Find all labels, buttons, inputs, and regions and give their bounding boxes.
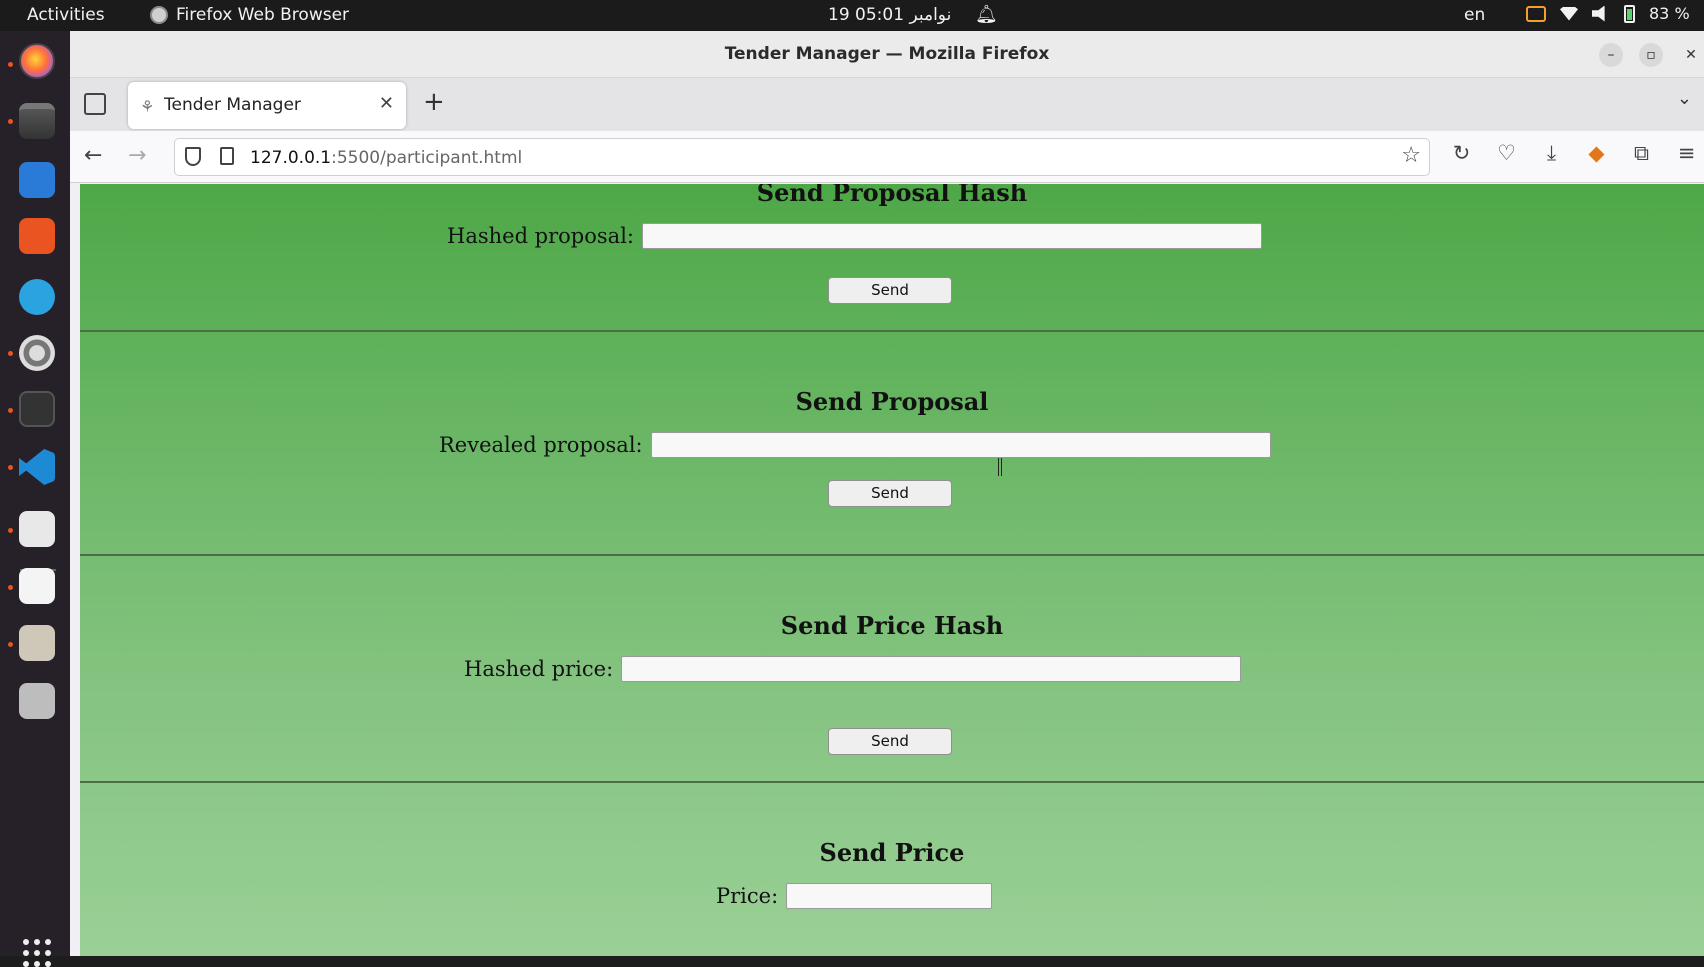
firefox-icon[interactable] [19, 43, 55, 79]
wifi-icon[interactable] [1560, 6, 1578, 21]
field-label: Hashed price: [464, 657, 614, 681]
tab-tender-manager[interactable]: ⚘ Tender Manager ✕ [128, 82, 406, 129]
send-price-hash-button[interactable]: Send [828, 728, 952, 755]
tab-label: Tender Manager [164, 95, 301, 115]
list-all-tabs-icon[interactable]: ⌄ [1677, 88, 1692, 109]
screen-cast-icon[interactable] [1526, 5, 1546, 22]
archive-icon[interactable] [19, 625, 55, 661]
language-indicator[interactable]: en [1464, 5, 1485, 25]
running-indicator [8, 465, 13, 470]
hashed-price-input[interactable] [621, 656, 1242, 682]
telegram-icon[interactable] [19, 279, 55, 315]
url-text[interactable]: 127.0.0.1:5500/participant.html [250, 148, 522, 168]
firefox-window: Tender Manager — Mozilla Firefox – ▫ ✕ ⚘… [70, 31, 1704, 956]
section-heading: Send Price [819, 838, 965, 867]
system-top-bar: Activities Firefox Web Browser 19 نوامبر… [0, 0, 1704, 31]
app-menu-icon[interactable]: ≡ [1673, 141, 1700, 166]
downloads-icon[interactable]: ⤓ [1538, 141, 1565, 166]
activities-button[interactable]: Activities [27, 5, 105, 25]
app-center-icon[interactable] [19, 218, 55, 254]
revealed-proposal-input[interactable] [650, 432, 1271, 458]
hashed-price-row: Hashed price: [464, 656, 1242, 682]
clock[interactable]: 19 نوامبر 05:01 [828, 5, 951, 25]
back-icon[interactable]: ← [84, 143, 102, 168]
window-titlebar: Tender Manager — Mozilla Firefox – ▫ ✕ [70, 31, 1704, 78]
section-heading: Send Price Hash [780, 611, 1004, 640]
firefox-small-icon [150, 6, 168, 24]
send-proposal-hash-section: Send Proposal Hash Hashed proposal: Send [80, 184, 1704, 332]
system-tray[interactable]: 83 % [1526, 4, 1690, 23]
hashed-proposal-row: Hashed proposal: [447, 223, 1262, 249]
app-grid-icon[interactable] [23, 939, 51, 967]
field-label: Hashed proposal: [447, 224, 634, 248]
running-indicator [8, 351, 13, 356]
navigation-toolbar: ← → 127.0.0.1:5500/participant.html ☆ ↻ … [70, 131, 1704, 183]
window-title: Tender Manager — Mozilla Firefox [724, 44, 1050, 64]
tracking-protection-icon[interactable] [185, 147, 201, 166]
bookmark-star-icon[interactable]: ☆ [1401, 143, 1421, 168]
pocket-icon[interactable]: ♡ [1493, 141, 1520, 166]
forward-icon[interactable]: → [128, 143, 146, 168]
price-row: Price: [716, 883, 993, 909]
extensions-icon[interactable]: ⧉ [1628, 141, 1655, 166]
new-tab-icon[interactable]: + [423, 87, 445, 117]
revealed-proposal-row: Revealed proposal: [439, 432, 1271, 458]
section-heading: Send Proposal [795, 387, 989, 416]
running-indicator [8, 119, 13, 124]
reload-icon[interactable]: ↻ [1448, 141, 1475, 166]
send-proposal-section: Send Proposal Revealed proposal: Send [80, 332, 1704, 556]
section-heading: Send Proposal Hash [756, 184, 1028, 207]
running-indicator [8, 585, 13, 590]
send-proposal-hash-button[interactable]: Send [828, 277, 952, 304]
tab-favicon-icon: ⚘ [140, 97, 155, 116]
running-indicator [8, 528, 13, 533]
terminal-icon[interactable] [19, 391, 55, 427]
text-editor-icon[interactable] [19, 568, 55, 604]
battery-icon[interactable] [1624, 4, 1635, 23]
dock [0, 31, 70, 967]
notification-bell-icon[interactable]: 🔔︎ [975, 4, 998, 25]
page-content: Send Proposal Hash Hashed proposal: Send… [80, 184, 1704, 956]
toolbar-icons: ↻ ♡ ⤓ ◆ ⧉ ≡ [1448, 141, 1700, 166]
app-name-label: Firefox Web Browser [176, 5, 350, 25]
send-proposal-button[interactable]: Send [828, 480, 952, 507]
send-price-section: Send Price Price: [80, 785, 1704, 956]
writer-icon[interactable] [19, 162, 55, 198]
minimize-icon[interactable]: – [1599, 43, 1623, 67]
hashed-proposal-input[interactable] [641, 223, 1262, 249]
metamask-extension-icon[interactable]: ◆ [1583, 141, 1610, 166]
field-label: Price: [716, 884, 779, 908]
page-info-icon[interactable] [220, 147, 234, 165]
text-cursor-icon [998, 458, 1002, 476]
tab-overview-icon[interactable] [84, 93, 106, 115]
volume-icon[interactable] [1592, 5, 1605, 22]
tab-close-icon[interactable]: ✕ [379, 93, 394, 114]
running-indicator [8, 408, 13, 413]
running-indicator [8, 62, 13, 67]
app-menu[interactable]: Firefox Web Browser [150, 5, 349, 25]
running-indicator [8, 642, 13, 647]
address-bar[interactable]: 127.0.0.1:5500/participant.html ☆ [174, 138, 1430, 176]
files-icon[interactable] [19, 103, 55, 139]
document-viewer-icon[interactable] [19, 511, 55, 547]
trash-icon[interactable] [19, 683, 55, 719]
send-price-hash-section: Send Price Hash Hashed price: Send [80, 556, 1704, 783]
maximize-icon[interactable]: ▫ [1639, 43, 1663, 67]
vscode-icon[interactable] [19, 449, 55, 485]
field-label: Revealed proposal: [439, 433, 643, 457]
settings-icon[interactable] [19, 335, 55, 371]
close-window-icon[interactable]: ✕ [1679, 43, 1703, 67]
battery-percent: 83 % [1649, 4, 1690, 23]
price-input[interactable] [786, 883, 993, 909]
